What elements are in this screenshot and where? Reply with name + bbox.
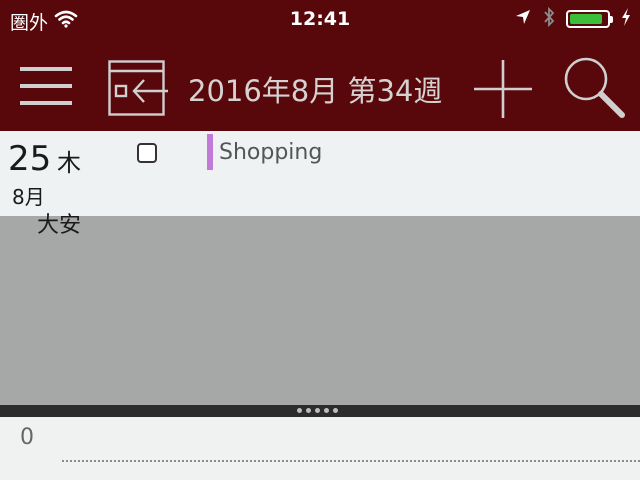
search-button[interactable] <box>562 55 626 123</box>
plus-icon <box>474 60 532 118</box>
month-label: 8月 <box>12 185 45 209</box>
status-right <box>514 6 632 32</box>
event-checkbox[interactable] <box>137 143 157 163</box>
status-bar: 圏外 12:41 <box>0 0 640 40</box>
empty-list-area[interactable] <box>0 216 640 405</box>
day-number: 25 <box>8 139 52 179</box>
hour-divider-line <box>62 460 640 462</box>
toolbar-title[interactable]: 2016年8月 第34週 <box>188 68 442 110</box>
battery-icon <box>566 10 613 28</box>
toolbar: 2016年8月 第34週 <box>0 40 640 131</box>
search-icon <box>564 57 625 118</box>
resize-handle[interactable] <box>0 405 640 417</box>
event-color-bar <box>207 134 213 170</box>
back-to-week-button[interactable] <box>108 60 170 120</box>
location-arrow-icon <box>514 8 532 30</box>
battery-fill <box>570 14 603 24</box>
hour-label: 0 <box>20 425 34 450</box>
charging-bolt-icon <box>620 7 632 31</box>
menu-button[interactable] <box>20 65 72 111</box>
timeline-panel[interactable]: 0 <box>0 417 640 480</box>
event-title[interactable]: Shopping <box>219 140 322 165</box>
hamburger-menu-icon <box>20 67 72 105</box>
drag-dots-icon <box>297 408 338 413</box>
weekday-label: 木 <box>57 149 81 177</box>
day-event-row[interactable]: 25 木 8月 大安 Shopping <box>0 131 640 238</box>
add-event-button[interactable] <box>472 58 534 124</box>
back-arrow-icon <box>108 60 168 116</box>
bluetooth-icon <box>542 6 556 32</box>
